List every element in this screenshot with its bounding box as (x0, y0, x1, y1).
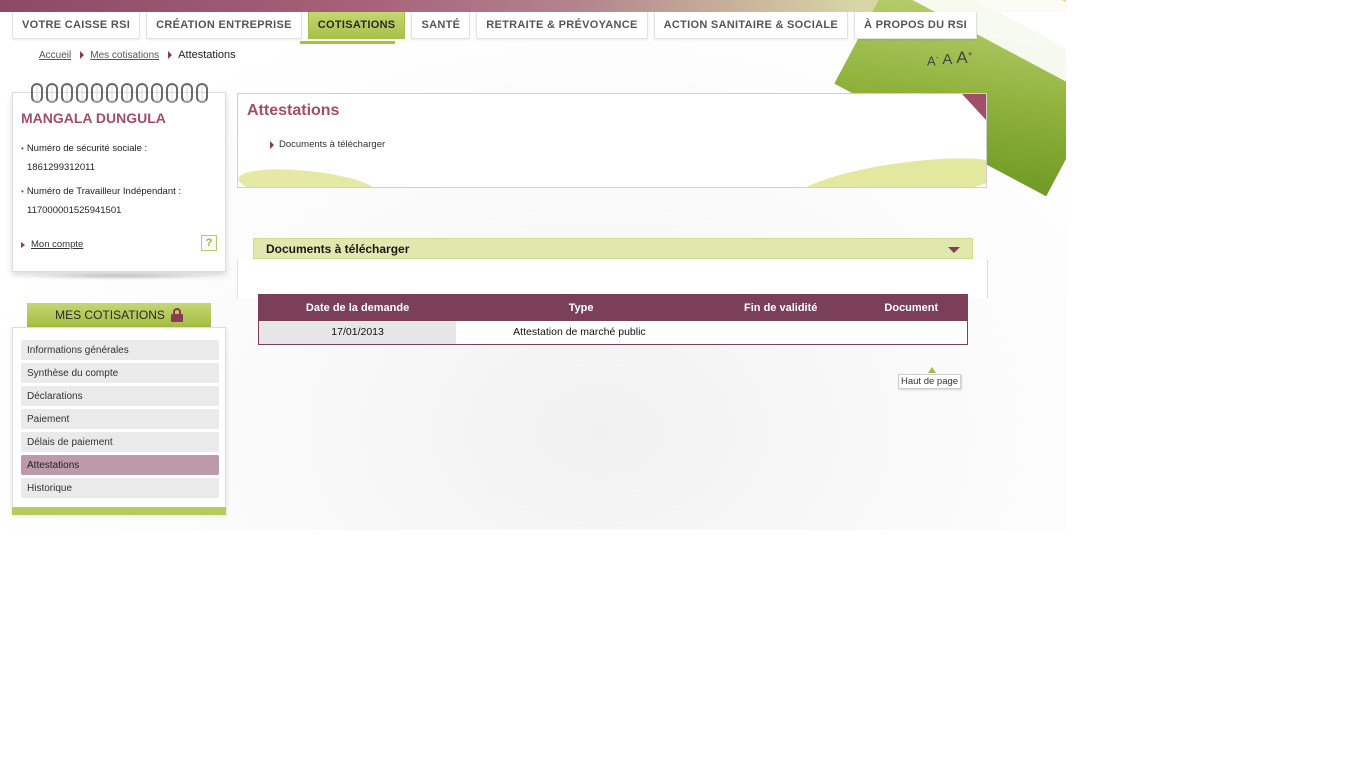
spiral-ring (121, 83, 133, 103)
menu-item-informations-generales[interactable]: Informations générales (21, 340, 219, 360)
documents-section-body (237, 259, 988, 299)
column-header-date: Date de la demande (258, 294, 457, 321)
page-title: Attestations (247, 102, 340, 119)
menu-item-historique[interactable]: Historique (21, 478, 219, 498)
breadcrumb: Accueil Mes cotisations Attestations (39, 49, 236, 61)
breadcrumb-parent-link[interactable]: Mes cotisations (90, 50, 159, 61)
attestations-panel: Attestations Documents à télécharger (237, 93, 987, 188)
font-decrease-sign: - (935, 52, 939, 62)
font-increase-letter: A (956, 48, 968, 67)
menu-item-synthese-compte[interactable]: Synthèse du compte (21, 363, 219, 383)
spiral-ring (91, 83, 103, 103)
nav-tab-votre-caisse[interactable]: VOTRE CAISSE RSI (12, 12, 141, 39)
font-increase-sign: + (967, 49, 973, 59)
menu-item-paiement[interactable]: Paiement (21, 409, 219, 429)
documents-section-header[interactable]: Documents à télécharger (253, 238, 973, 259)
cell-type: Attestation de marché public (456, 320, 706, 345)
spiral-ring (151, 83, 163, 103)
ssn-value: 1861299312011 (27, 162, 95, 173)
back-to-top-link[interactable]: Haut de page (898, 374, 962, 389)
column-header-document: Document (855, 294, 968, 321)
menu-footer-bar (12, 507, 226, 515)
spiral-ring (46, 83, 58, 103)
side-menu-list: Informations générales Synthèse du compt… (21, 340, 219, 501)
column-header-validity: Fin de validité (705, 294, 856, 321)
help-icon[interactable]: ? (201, 235, 217, 251)
nav-tab-creation-entreprise[interactable]: CRÉATION ENTREPRISE (146, 12, 302, 39)
menu-item-attestations[interactable]: Attestations (21, 455, 219, 475)
active-tab-underline (300, 41, 395, 44)
cell-date: 17/01/2013 (258, 320, 457, 345)
font-increase-button[interactable]: A+ (956, 48, 972, 68)
lock-icon (170, 308, 183, 322)
nav-tab-cotisations[interactable]: COTISATIONS (307, 12, 406, 39)
font-size-controls: A- A A+ (927, 48, 972, 68)
documents-anchor-link[interactable]: Documents à télécharger (270, 139, 385, 150)
menu-header: MES COTISATIONS (27, 303, 211, 327)
side-menu: Informations générales Synthèse du compt… (12, 327, 226, 513)
menu-item-delais-paiement[interactable]: Délais de paiement (21, 432, 219, 452)
spiral-ring (31, 83, 43, 103)
notebook-spiral-icon (31, 83, 208, 103)
cell-document[interactable] (855, 320, 968, 345)
breadcrumb-home-link[interactable]: Accueil (39, 50, 71, 61)
spiral-ring (166, 83, 178, 103)
menu-item-declarations[interactable]: Déclarations (21, 386, 219, 406)
cell-validity (705, 320, 856, 345)
table-row: 17/01/2013 Attestation de marché public (258, 320, 968, 345)
documents-anchor-label: Documents à télécharger (279, 139, 386, 150)
spiral-ring (106, 83, 118, 103)
user-profile-card: MANGALA DUNGULA Numéro de sécurité socia… (12, 83, 226, 272)
nav-tab-action-sanitaire[interactable]: ACTION SANITAIRE & SOCIALE (653, 12, 849, 39)
font-decrease-letter: A (927, 53, 936, 68)
documents-table: Date de la demande Type Fin de validité … (258, 294, 968, 345)
breadcrumb-separator-icon (168, 51, 173, 59)
spiral-ring (136, 83, 148, 103)
arrow-right-icon (270, 140, 274, 149)
ssn-label: Numéro de sécurité sociale : (21, 143, 147, 154)
chevron-down-icon[interactable] (948, 247, 960, 253)
nav-tab-sante[interactable]: SANTÉ (411, 12, 471, 39)
panel-wave-left (238, 163, 380, 187)
panel-wave-right (794, 148, 986, 187)
main-navigation: VOTRE CAISSE RSI CRÉATION ENTREPRISE COT… (12, 12, 977, 39)
font-decrease-button[interactable]: A- (927, 53, 938, 68)
breadcrumb-current: Attestations (178, 49, 236, 61)
worker-number-value: 117000001525941501 (27, 205, 122, 216)
menu-title: MES COTISATIONS (55, 308, 165, 322)
nav-tab-retraite[interactable]: RETRAITE & PRÉVOYANCE (476, 12, 648, 39)
my-account-link[interactable]: Mon compte (21, 239, 83, 250)
card-shadow (22, 272, 218, 280)
documents-section-title: Documents à télécharger (266, 241, 410, 256)
spiral-ring (196, 83, 208, 103)
lock-body (170, 314, 183, 322)
table-header-row: Date de la demande Type Fin de validité … (258, 294, 968, 321)
arrow-up-icon (928, 367, 936, 373)
spiral-ring (181, 83, 193, 103)
breadcrumb-separator-icon (80, 51, 85, 59)
user-name: MANGALA DUNGULA (21, 110, 166, 126)
worker-number-label: Numéro de Travailleur Indépendant : (21, 186, 181, 197)
panel-corner-decoration (962, 94, 986, 120)
column-header-type: Type (456, 294, 706, 321)
arrow-right-icon (21, 241, 25, 248)
spiral-ring (61, 83, 73, 103)
my-account-label: Mon compte (31, 239, 84, 250)
nav-tab-a-propos[interactable]: À PROPOS DU RSI (854, 12, 977, 39)
font-normal-button[interactable]: A (942, 51, 952, 68)
spiral-ring (76, 83, 88, 103)
